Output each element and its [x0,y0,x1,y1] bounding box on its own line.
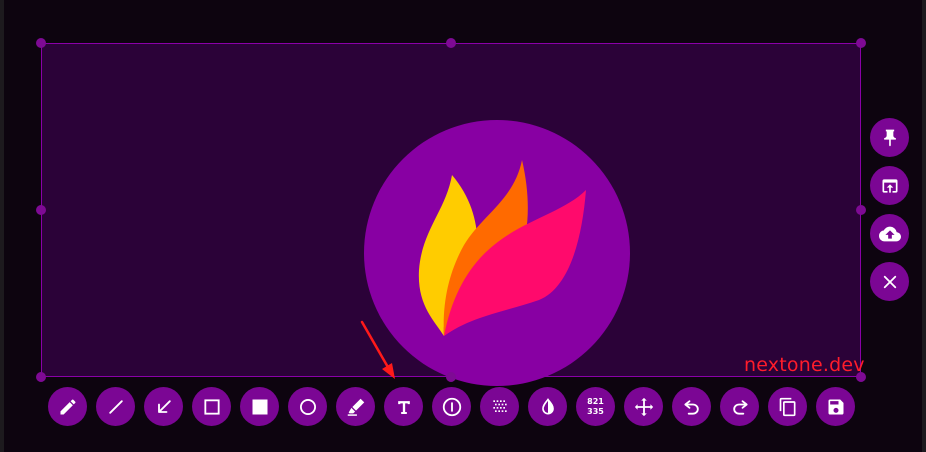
pencil-icon [60,398,76,414]
invert-tool-button[interactable] [528,387,567,426]
rectangle-filled-tool-button[interactable] [240,387,279,426]
open-with-app-button[interactable] [870,166,909,205]
pixelate-icon [492,399,507,412]
resize-handle-bottom-left[interactable] [36,372,46,382]
move-tool-button[interactable] [624,387,663,426]
open-app-icon [882,178,897,193]
arrow-icon [157,399,171,413]
save-icon [828,399,843,414]
redo-button[interactable] [720,387,759,426]
pin-button[interactable] [870,118,909,157]
capture-selection-area[interactable] [41,43,861,386]
close-button[interactable] [870,262,909,301]
square-outline-icon [203,398,220,415]
copy-icon [779,397,795,416]
red-annotation-arrow [360,320,395,379]
screen-frame-left [0,0,4,452]
save-button[interactable] [816,387,855,426]
resize-handle-top[interactable] [446,38,456,48]
resize-handle-top-left[interactable] [36,38,46,48]
resize-handle-right[interactable] [856,205,866,215]
size-readout: 821 335 [587,397,604,417]
pixelate-tool-button[interactable] [480,387,519,426]
close-icon [883,275,896,288]
screen-frame-right [922,0,926,452]
line-tool-button[interactable] [96,387,135,426]
resize-handle-bottom[interactable] [446,372,456,382]
arrow-tool-button[interactable] [144,387,183,426]
circle-outline-icon [299,398,316,415]
pin-icon [883,129,896,146]
text-icon [397,400,410,414]
selection-width-text: 821 [587,396,604,406]
marker-tool-button[interactable] [336,387,375,426]
selection-height-text: 335 [587,406,604,416]
rectangle-outline-tool-button[interactable] [192,387,231,426]
undo-button[interactable] [672,387,711,426]
pencil-tool-button[interactable] [48,387,87,426]
invert-icon [541,397,554,414]
watermark-text: nextone.dev [744,354,865,376]
resize-handle-top-right[interactable] [856,38,866,48]
cloud-upload-icon [878,226,901,241]
counter-tool-button[interactable] [432,387,471,426]
marker-icon [347,398,364,416]
square-filled-icon [252,399,267,414]
copy-button[interactable] [768,387,807,426]
upload-button[interactable] [870,214,909,253]
line-icon [108,399,123,414]
selection-size-indicator: 821 335 [576,387,615,426]
undo-icon [683,399,699,415]
text-tool-button[interactable] [384,387,423,426]
redo-icon [732,399,748,415]
numbered-circle-icon [442,397,461,416]
move-icon [634,397,653,416]
resize-handle-left[interactable] [36,205,46,215]
circle-tool-button[interactable] [288,387,327,426]
flameshot-logo [364,120,630,386]
